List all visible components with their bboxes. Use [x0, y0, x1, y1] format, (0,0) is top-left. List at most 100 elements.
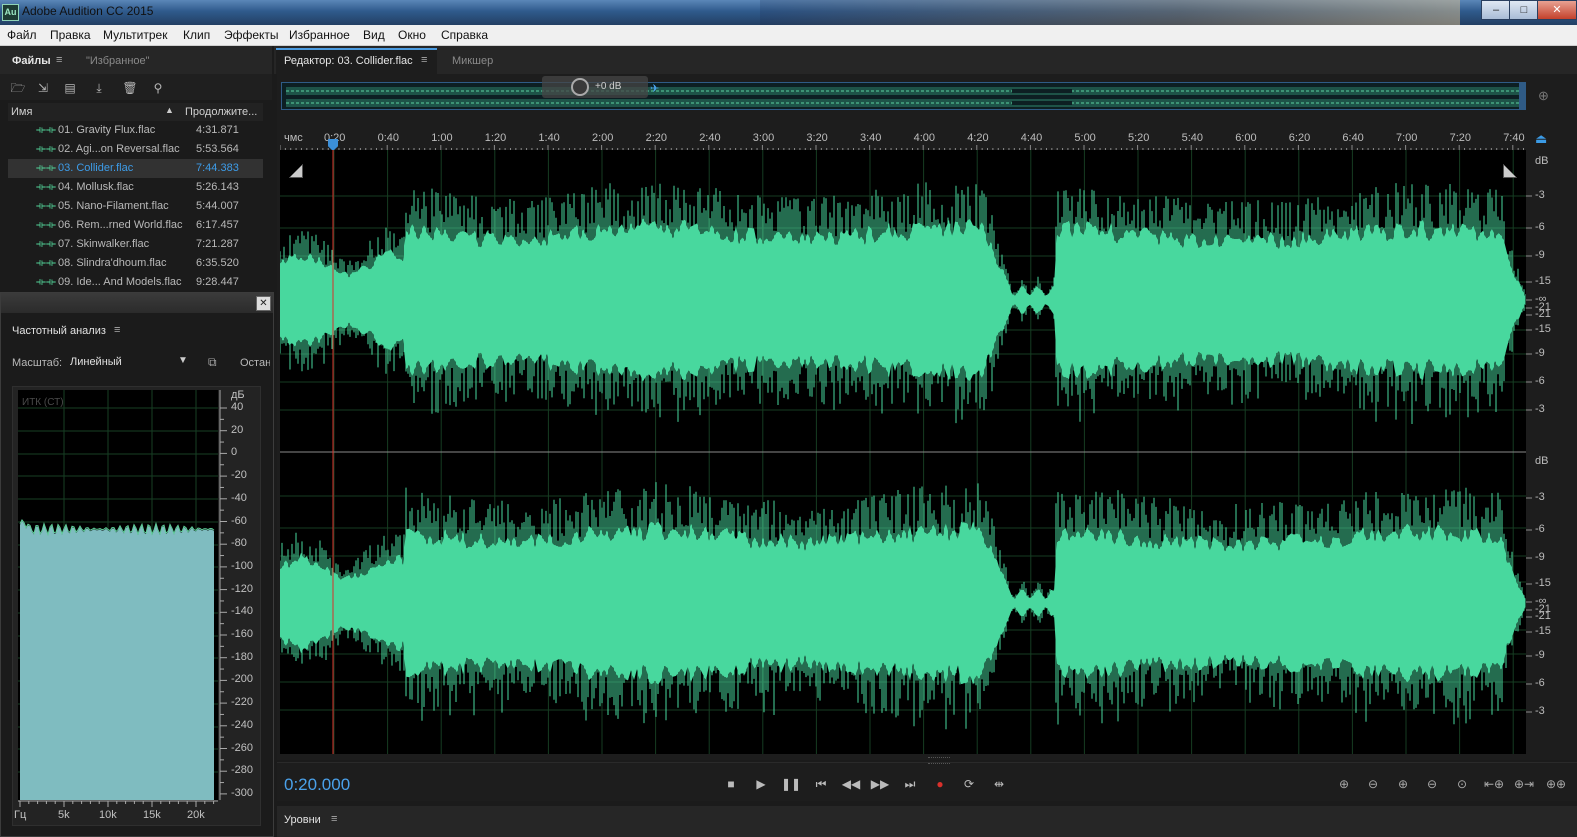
- menu-help[interactable]: Справка: [441, 28, 488, 42]
- ruler-tick-label: 4:00: [913, 132, 936, 144]
- levels-menu-icon[interactable]: ≡: [331, 813, 337, 825]
- zoom-out-amplitude-icon[interactable]: ⊖: [1362, 775, 1384, 793]
- tab-files[interactable]: Файлы: [12, 55, 51, 67]
- db-scale-label: -6: [1535, 221, 1545, 233]
- tab-mixer[interactable]: Микшер: [452, 55, 493, 67]
- menu-edit[interactable]: Правка: [50, 28, 91, 42]
- menu-clip[interactable]: Клип: [183, 28, 210, 42]
- ruler-tick-label: 2:40: [699, 132, 721, 144]
- file-name: 01. Gravity Flux.flac: [58, 124, 156, 136]
- window-title: Adobe Audition CC 2015: [22, 4, 154, 18]
- snap-icon[interactable]: ⏏: [1535, 131, 1547, 147]
- editor-menu-icon[interactable]: ≡: [421, 54, 427, 66]
- maximize-button[interactable]: □: [1509, 0, 1539, 20]
- ruler-tick-label: 3:40: [860, 132, 882, 144]
- tab-favorites[interactable]: "Избранное": [86, 55, 150, 67]
- file-duration: 7:21.287: [196, 238, 239, 250]
- spectrum-db-tick: -20: [231, 469, 247, 482]
- delete-icon[interactable]: 🗑: [122, 81, 138, 95]
- zoom-in-amplitude-icon[interactable]: ⊕: [1333, 775, 1355, 793]
- file-row[interactable]: ⟛⟛ 04. Mollusk.flac 5:26.143: [8, 178, 263, 197]
- insert-icon[interactable]: ⤓: [91, 81, 107, 95]
- skip-to-end-icon[interactable]: ⏭: [899, 775, 921, 793]
- waveform-file-icon: ⟛⟛: [36, 257, 56, 269]
- files-panel-menu-icon[interactable]: ≡: [56, 54, 62, 66]
- new-file-icon[interactable]: ▤: [62, 81, 78, 95]
- minimize-button[interactable]: –: [1481, 0, 1511, 20]
- stop-icon[interactable]: ■: [720, 775, 742, 793]
- copy-icon[interactable]: ⧉: [208, 355, 217, 370]
- loop-icon[interactable]: ⟳: [958, 775, 980, 793]
- pause-icon[interactable]: ❚❚: [780, 775, 802, 793]
- scale-select[interactable]: Линейный ▼: [66, 353, 194, 371]
- zoom-in-left-icon[interactable]: ⇤⊕: [1483, 775, 1505, 793]
- freq-tick-10k: 10k: [99, 809, 117, 821]
- column-duration-header[interactable]: Продолжите...: [185, 106, 257, 118]
- db-scale-label: -6: [1535, 375, 1545, 387]
- menu-favorites[interactable]: Избранное: [289, 28, 350, 42]
- file-row[interactable]: ⟛⟛ 08. Slindra'dhoum.flac 6:35.520: [8, 254, 263, 273]
- floating-panel-titlebar[interactable]: [1, 293, 273, 313]
- open-folder-icon[interactable]: 🗁: [10, 81, 26, 95]
- fast-forward-icon[interactable]: ▶▶: [869, 775, 891, 793]
- file-row[interactable]: ⟛⟛ 03. Collider.flac 7:44.383: [8, 159, 263, 178]
- zoom-out-time-icon[interactable]: ⊖: [1421, 775, 1443, 793]
- menu-window[interactable]: Окно: [398, 28, 426, 42]
- resize-grip[interactable]: [928, 757, 950, 764]
- zoom-in-time-icon[interactable]: ⊕: [1392, 775, 1414, 793]
- ruler-tick-label: 2:00: [592, 132, 614, 144]
- stop-button[interactable]: Останов: [240, 357, 270, 369]
- db-scale-label: -9: [1535, 347, 1545, 359]
- close-panel-button[interactable]: ✕: [256, 296, 271, 311]
- zoom-full-icon[interactable]: ⊙: [1451, 775, 1473, 793]
- gain-knob-icon[interactable]: [571, 78, 589, 96]
- skip-selection-icon[interactable]: ⇹: [988, 775, 1010, 793]
- ruler-tick-label: 1:20: [484, 132, 507, 144]
- menu-view[interactable]: Вид: [363, 28, 385, 42]
- freq-tick-15k: 15k: [143, 809, 161, 821]
- record-icon[interactable]: ●: [929, 775, 951, 793]
- spectrum-db-tick: -120: [231, 582, 254, 595]
- ruler-tick-label: 4:40: [1020, 132, 1043, 144]
- spectrum-plot: [18, 390, 218, 800]
- sort-ascending-icon[interactable]: ▲: [165, 105, 174, 115]
- db-scale-ticks: [1526, 195, 1532, 713]
- ruler-tick-label: 1:40: [538, 132, 560, 144]
- scale-label: Масштаб:: [12, 357, 63, 369]
- rewind-icon[interactable]: ◀◀: [840, 775, 862, 793]
- file-row[interactable]: ⟛⟛ 07. Skinwalker.flac 7:21.287: [8, 235, 263, 254]
- close-window-button[interactable]: ✕: [1537, 0, 1577, 20]
- zoom-in-right-icon[interactable]: ⊕⇥: [1513, 775, 1535, 793]
- db-scale-label: -3: [1535, 403, 1545, 415]
- file-list: ⟛⟛ 01. Gravity Flux.flac 4:31.871 ⟛⟛ 02. Agi…: [0, 121, 272, 291]
- zoom-navigator-icon[interactable]: ⊕: [1538, 88, 1549, 104]
- spectrum-db-unit: дБ: [231, 389, 245, 401]
- menu-bar: Файл Правка Мультитрек Клип Эффекты Избр…: [0, 25, 1577, 46]
- import-icon[interactable]: ⇲: [35, 81, 51, 95]
- play-icon[interactable]: ▶: [750, 775, 772, 793]
- skip-to-start-icon[interactable]: ⏮: [810, 775, 832, 793]
- search-icon[interactable]: ⚲: [150, 81, 166, 95]
- spectrum-db-tick: -60: [231, 514, 247, 527]
- menu-file[interactable]: Файл: [7, 28, 37, 42]
- file-name: 02. Agi...on Reversal.flac: [58, 143, 180, 155]
- overview-navigator[interactable]: [281, 82, 1526, 110]
- pin-icon[interactable]: ✈: [650, 82, 659, 95]
- zoom-selection-icon[interactable]: ⊕⊕: [1545, 775, 1567, 793]
- ruler-tick-label: 5:00: [1074, 132, 1096, 144]
- file-duration: 6:35.520: [196, 257, 239, 269]
- menu-multitrack[interactable]: Мультитрек: [103, 28, 167, 42]
- file-row[interactable]: ⟛⟛ 01. Gravity Flux.flac 4:31.871: [8, 121, 263, 140]
- panel-menu-icon[interactable]: ≡: [114, 324, 120, 336]
- title-bar: [0, 0, 1577, 25]
- current-time-display[interactable]: 0:20.000: [284, 775, 350, 795]
- waveform-display[interactable]: [280, 150, 1526, 754]
- file-row[interactable]: ⟛⟛ 06. Rem...rned World.flac 6:17.457: [8, 216, 263, 235]
- file-row[interactable]: ⟛⟛ 02. Agi...on Reversal.flac 5:53.564: [8, 140, 263, 159]
- menu-effects[interactable]: Эффекты: [224, 28, 279, 42]
- spectrum-db-tick: -200: [231, 673, 254, 686]
- column-name-header[interactable]: Имя: [11, 106, 32, 118]
- file-row[interactable]: ⟛⟛ 05. Nano-Filament.flac 5:44.007: [8, 197, 263, 216]
- freq-tick-5k: 5k: [58, 809, 70, 821]
- file-row[interactable]: ⟛⟛ 09. Ide... And Models.flac 9:28.447: [8, 273, 263, 292]
